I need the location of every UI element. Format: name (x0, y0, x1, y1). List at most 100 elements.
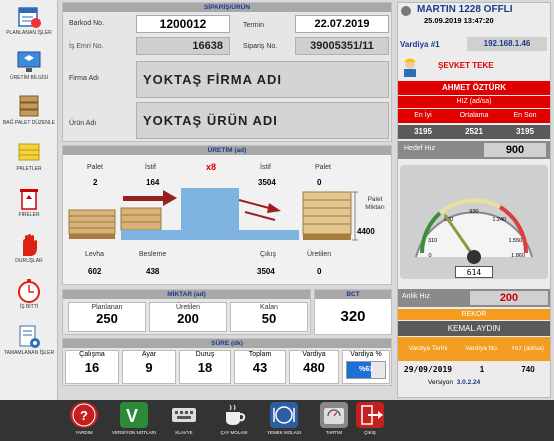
help-icon: ? (70, 402, 98, 428)
last-label: En Son (513, 112, 537, 119)
record-date-label: Vardiya Tarihi (408, 345, 448, 352)
gauge-tick-label: 0 (428, 253, 431, 259)
shift-box: Vardiya 480 (289, 350, 339, 384)
gauge-tick-label: 930 (469, 209, 478, 215)
palet-miktari-label: Palet Miktarı (365, 196, 385, 211)
instant-speed-value: 200 (470, 291, 548, 305)
record-shiftno-label: Vardiya No. (465, 345, 499, 352)
sidebar-item-completed-jobs[interactable]: TAMAMLANAN İŞLER (0, 322, 58, 368)
record-title: REKOR (398, 309, 550, 320)
meal-break-label: YEMEK MOLASI (266, 430, 301, 435)
deadline-label: Termin (243, 22, 265, 29)
operator-avatar-icon (401, 55, 419, 77)
sidebar-item-bind-pallet[interactable]: BAĞ PALET DÜZENLE (0, 92, 58, 138)
quantity-panel: MİKTAR (ad) Planlanan 250 Üretilen 200 K… (62, 289, 311, 335)
sidebar-item-stops[interactable]: DURUŞLAR (0, 230, 58, 276)
istif1-label: İstif (145, 164, 156, 171)
keyboard-button[interactable]: KLAVYE (162, 402, 206, 440)
sidebar: PLANLANAN İŞLER ÜRETİM BİLGİSİ BAĞ PALET… (0, 0, 58, 400)
speed-gauge-svg: 6209301.2403101.5501.8600 (415, 198, 533, 264)
sidebar-item-production-info[interactable]: ÜRETİM BİLGİSİ (0, 47, 58, 93)
levha-label: Levha (85, 251, 105, 258)
palet2-label: Palet (315, 164, 331, 171)
best-value: 3195 (414, 127, 432, 136)
remaining-value: 50 (261, 311, 277, 326)
arrow-right-icon (123, 190, 177, 206)
sidebar-item-pallets[interactable]: PALETLER (0, 138, 58, 184)
tea-break-label: ÇAY MOLASI (220, 430, 248, 435)
bct-value: 320 (340, 308, 366, 325)
operator2-name: AHMET ÖZTÜRK (398, 81, 550, 95)
barcode-value: 1200012 (136, 15, 230, 33)
palet1-label: Palet (87, 164, 103, 171)
target-row: Hedef Hız 900 (398, 141, 550, 159)
sidebar-item-scrap[interactable]: FİRELER (0, 184, 58, 230)
record-date: 29/09/2019 (403, 365, 453, 374)
sidebar-item-label: BAĞ PALET DÜZENLE (2, 120, 56, 126)
total-box: Toplam 43 (234, 350, 286, 384)
exit-button[interactable]: ÇIKIŞ (348, 402, 392, 440)
multiplier-value: x8 (206, 162, 217, 172)
meal-break-button[interactable]: YEMEK MOLASI (262, 402, 306, 440)
tea-break-button[interactable]: ÇAY MOLASI (212, 402, 256, 440)
produced-value: 200 (177, 311, 199, 326)
product-value: YOKTAŞ ÜRÜN ADI (136, 102, 389, 139)
monitor-cube-icon (14, 49, 44, 75)
work-label: Çalışma (79, 351, 105, 358)
target-label: Hedef Hız (404, 145, 436, 152)
meal-icon (270, 402, 298, 428)
quantity-panel-title: MİKTAR (ad) (63, 290, 310, 299)
duration-panel-title: SÜRE (dk) (63, 339, 391, 348)
shift-pct-box: Vardiya % %63 (342, 350, 390, 384)
speed-header-row: En İyi Ortalama En Son (398, 109, 550, 123)
help-label: YARDIM (75, 430, 93, 435)
bct-label: BCT (315, 290, 391, 299)
output-arrows-icon (238, 199, 281, 221)
instant-speed-label: Anlık Hız (402, 293, 431, 300)
record-name: KEMAL AYDIN (398, 321, 550, 336)
right-panel: MARTIN 1228 OFFLI 25.09.2019 13:47:20 Va… (397, 2, 551, 398)
total-label: Toplam (248, 351, 272, 358)
besleme-label: Besleme (139, 251, 167, 258)
total-value: 43 (252, 360, 268, 375)
sidebar-item-label: FİRELER (18, 212, 40, 218)
planned-label: Planlanan (91, 304, 123, 311)
sidebar-item-planned-jobs[interactable]: PLANLANAN İŞLER (0, 2, 58, 48)
barcode-label: Barkod No. (69, 20, 105, 27)
shift-label: Vardiya (302, 351, 326, 358)
besleme-value: 438 (146, 267, 160, 276)
version-notes-icon: V (120, 402, 148, 428)
pallet-icon (14, 140, 44, 166)
work-order-value: 16638 (136, 37, 230, 55)
keyboard-icon (170, 402, 198, 428)
uretilen-value: 0 (317, 267, 322, 276)
work-order-label: İş Emri No. (69, 43, 104, 50)
bct-panel: BCT 320 (314, 289, 392, 335)
production-panel: ÜRETİM (ad) Palet 2 İstif 164 x8 İstif 3… (62, 145, 392, 285)
avg-label: Ortalama (459, 112, 489, 119)
speed-title: HIZ (ad/sa) (398, 96, 550, 108)
pallet-stack-icon (14, 94, 44, 120)
shift-pct-label: Vardiya % (350, 351, 382, 358)
calendar-list-icon (14, 4, 44, 30)
help-button[interactable]: ? YARDIM (62, 402, 106, 440)
planned-value: 250 (96, 311, 118, 326)
version-value: 3.0.2.24 (456, 379, 481, 386)
machine-header: MARTIN 1228 OFFLI 25.09.2019 13:47:20 (398, 3, 550, 27)
stop-value: 18 (197, 360, 213, 375)
best-label: En İyi (414, 112, 432, 119)
hand-stop-icon (14, 232, 44, 258)
exit-label: ÇIKIŞ (364, 430, 376, 435)
machine-name: MARTIN 1228 OFFLI (417, 4, 513, 15)
record-speed-label: Hız (ad/sa) (512, 345, 544, 352)
target-value: 900 (484, 143, 546, 157)
version-notes-button[interactable]: V VERSİYON NOTLARI (112, 402, 156, 440)
product-label: Ürün Adı (69, 120, 97, 127)
gauge-tick-label: 310 (428, 238, 437, 244)
gauge-readout: 614 (455, 266, 493, 278)
sidebar-item-job-done[interactable]: İŞ BİTTİ (0, 276, 58, 322)
sidebar-item-label: ÜRETİM BİLGİSİ (9, 75, 49, 81)
stop-label: Duruş (195, 351, 215, 358)
stopwatch-icon (14, 278, 44, 304)
speed-values-row: 3195 2521 3195 (398, 125, 550, 139)
